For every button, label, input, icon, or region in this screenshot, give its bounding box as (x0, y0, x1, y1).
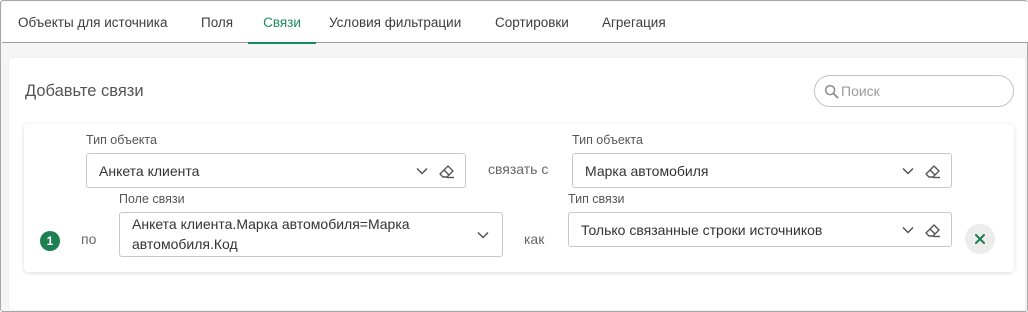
close-icon (975, 234, 985, 244)
link-type-select[interactable]: Только связанные строки источников (568, 212, 952, 247)
eraser-icon[interactable] (923, 220, 943, 240)
connect-with-text: связать с (488, 161, 549, 177)
active-tab-indicator (248, 42, 316, 44)
tab-sorting[interactable]: Сортировки (495, 2, 569, 43)
link-type-label: Тип связи (568, 192, 625, 206)
panel-title: Добавьте связи (25, 82, 144, 100)
left-object-type-label: Тип объекта (86, 133, 157, 147)
right-object-type-value: Марка автомобиля (585, 163, 709, 179)
tab-label: Агрегация (602, 15, 666, 30)
tab-aggregation[interactable]: Агрегация (602, 2, 666, 43)
tab-label: Связи (263, 15, 301, 30)
tab-label: Поля (201, 15, 234, 30)
search-input[interactable] (841, 76, 1009, 106)
tab-fields[interactable]: Поля (201, 2, 233, 43)
chevron-down-icon[interactable] (901, 223, 915, 237)
link-type-value: Только связанные строки источников (581, 222, 823, 238)
chevron-down-icon[interactable] (476, 228, 490, 242)
chevron-down-icon[interactable] (415, 164, 429, 178)
tab-links[interactable]: Связи (248, 2, 316, 44)
search-box[interactable] (814, 75, 1014, 107)
by-text: по (81, 231, 97, 247)
window-frame: Объекты для источника Поля Связи Условия… (0, 0, 1028, 312)
link-field-value-line1: Анкета клиента.Марка автомобиля=Марка (132, 216, 410, 232)
as-text: как (524, 231, 545, 247)
link-field-select[interactable]: Анкета клиента.Марка автомобиля=Марка ав… (119, 212, 503, 257)
left-object-type-select[interactable]: Анкета клиента (86, 153, 466, 188)
link-row: Тип объекта Анкета клиента связать с Тип… (24, 124, 1014, 272)
links-panel: Добавьте связи Тип объекта Анкета клиент… (9, 58, 1025, 310)
tab-label: Объекты для источника (18, 15, 168, 30)
tab-filter-conditions[interactable]: Условия фильтрации (329, 2, 461, 43)
right-object-type-select[interactable]: Марка автомобиля (572, 153, 952, 188)
link-field-label: Поле связи (119, 192, 185, 206)
link-number-badge: 1 (40, 231, 60, 251)
link-field-value-line2: автомобиля.Код (132, 236, 238, 252)
right-object-type-label: Тип объекта (572, 133, 643, 147)
search-icon (824, 84, 839, 99)
eraser-icon[interactable] (923, 161, 943, 181)
tab-bar: Объекты для источника Поля Связи Условия… (2, 2, 1028, 44)
tab-label: Условия фильтрации (329, 15, 462, 30)
chevron-down-icon[interactable] (901, 164, 915, 178)
left-object-type-value: Анкета клиента (99, 163, 200, 179)
tab-label: Сортировки (495, 15, 569, 30)
remove-link-button[interactable] (965, 224, 995, 254)
tab-source-objects[interactable]: Объекты для источника (18, 2, 168, 43)
eraser-icon[interactable] (437, 161, 457, 181)
